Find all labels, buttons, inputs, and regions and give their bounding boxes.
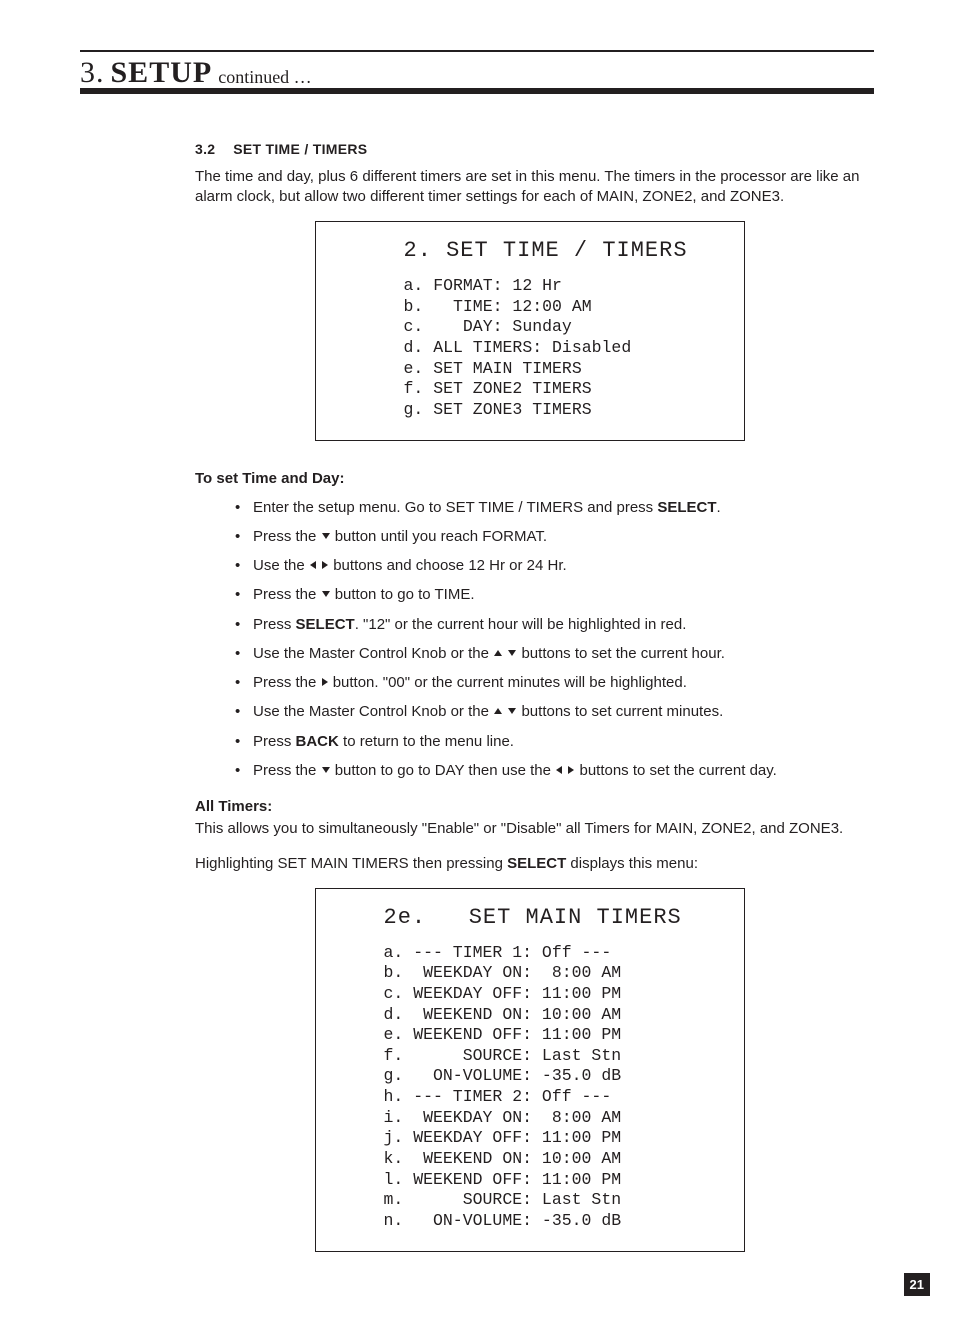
up-arrow-icon xyxy=(494,708,502,714)
step-text: Press the xyxy=(253,586,321,603)
right-arrow-icon xyxy=(568,766,574,774)
menu2-line: g. ON-VOLUME: -35.0 dB xyxy=(384,1066,726,1087)
subheading-set-time-day: To set Time and Day: xyxy=(195,469,864,489)
down-arrow-icon xyxy=(508,650,516,656)
menu1-line: f. SET ZONE2 TIMERS xyxy=(404,379,726,400)
section-title: SET TIME / TIMERS xyxy=(233,141,367,157)
menu2-line: m. SOURCE: Last Stn xyxy=(384,1190,726,1211)
menu1-line: g. SET ZONE3 TIMERS xyxy=(404,400,726,421)
step-item: Enter the setup menu. Go to SET TIME / T… xyxy=(235,498,864,518)
step-text: Press the xyxy=(253,528,321,545)
page: 3. SETUP continued … 3.2 SET TIME / TIME… xyxy=(0,0,954,1320)
menu-set-main-timers: 2e. SET MAIN TIMERS a. --- TIMER 1: Off … xyxy=(315,888,745,1252)
step-item: Press the button to go to TIME. xyxy=(235,585,864,605)
step-text: Press the xyxy=(253,674,321,691)
step-text: button to go to TIME. xyxy=(331,586,475,603)
menu2-line: n. ON-VOLUME: -35.0 dB xyxy=(384,1211,726,1232)
menu1-title: 2. SET TIME / TIMERS xyxy=(404,236,726,266)
chapter-number: 3. xyxy=(80,58,105,88)
menu1-line: c. DAY: Sunday xyxy=(404,317,726,338)
menu2-line: d. WEEKEND ON: 10:00 AM xyxy=(384,1005,726,1026)
step-item: Use the Master Control Knob or the butto… xyxy=(235,644,864,664)
content-column: 3.2 SET TIME / TIMERS The time and day, … xyxy=(195,140,864,1252)
step-text: buttons and choose 12 Hr or 24 Hr. xyxy=(329,557,567,574)
all-timers-text: This allows you to simultaneously "Enabl… xyxy=(195,819,864,839)
page-number: 21 xyxy=(904,1273,930,1297)
step-text: Use the Master Control Knob or the xyxy=(253,645,493,662)
menu2-line: c. WEEKDAY OFF: 11:00 PM xyxy=(384,984,726,1005)
step-text: to return to the menu line. xyxy=(339,733,514,750)
menu2-line: i. WEEKDAY ON: 8:00 AM xyxy=(384,1108,726,1129)
section-heading: 3.2 SET TIME / TIMERS xyxy=(195,140,864,159)
step-item: Press SELECT. "12" or the current hour w… xyxy=(235,615,864,635)
highlighting-pre: Highlighting SET MAIN TIMERS then pressi… xyxy=(195,855,507,872)
left-arrow-icon xyxy=(556,766,562,774)
menu1-line: b. TIME: 12:00 AM xyxy=(404,297,726,318)
step-text: Enter the setup menu. Go to SET TIME / T… xyxy=(253,499,657,516)
step-bold: SELECT xyxy=(296,616,355,633)
step-item: Press BACK to return to the menu line. xyxy=(235,732,864,752)
down-arrow-icon xyxy=(508,708,516,714)
step-text: button. "00" or the current minutes will… xyxy=(329,674,687,691)
left-arrow-icon xyxy=(310,561,316,569)
step-text: buttons to set the current hour. xyxy=(517,645,725,662)
step-text: button until you reach FORMAT. xyxy=(331,528,547,545)
section-intro: The time and day, plus 6 different timer… xyxy=(195,167,864,208)
step-item: Use the buttons and choose 12 Hr or 24 H… xyxy=(235,556,864,576)
step-bold: BACK xyxy=(296,733,339,750)
menu2-line: a. --- TIMER 1: Off --- xyxy=(384,943,726,964)
menu-set-time-timers: 2. SET TIME / TIMERS a. FORMAT: 12 Hr b.… xyxy=(315,221,745,441)
step-item: Press the button until you reach FORMAT. xyxy=(235,527,864,547)
step-text: Press xyxy=(253,616,296,633)
menu1-line: a. FORMAT: 12 Hr xyxy=(404,276,726,297)
chapter-continued: continued … xyxy=(218,68,311,86)
menu2-line: f. SOURCE: Last Stn xyxy=(384,1046,726,1067)
step-bold: SELECT xyxy=(657,499,716,516)
step-text: Press the xyxy=(253,762,321,779)
down-arrow-icon xyxy=(322,767,330,773)
menu2-line: l. WEEKEND OFF: 11:00 PM xyxy=(384,1170,726,1191)
step-text: button to go to DAY then use the xyxy=(331,762,556,779)
menu2-line: h. --- TIMER 2: Off --- xyxy=(384,1087,726,1108)
right-arrow-icon xyxy=(322,678,328,686)
menu2-title: 2e. SET MAIN TIMERS xyxy=(384,903,726,933)
step-item: Press the button to go to DAY then use t… xyxy=(235,761,864,781)
chapter-word: SETUP xyxy=(111,58,213,88)
step-text: Use the xyxy=(253,557,309,574)
step-text: Use the Master Control Knob or the xyxy=(253,703,493,720)
down-arrow-icon xyxy=(322,591,330,597)
chapter-header: 3. SETUP continued … xyxy=(80,50,874,94)
step-text: buttons to set the current day. xyxy=(575,762,777,779)
step-item: Use the Master Control Knob or the butto… xyxy=(235,702,864,722)
down-arrow-icon xyxy=(322,533,330,539)
step-text: . xyxy=(717,499,721,516)
section-number: 3.2 xyxy=(195,140,229,159)
step-text: . "12" or the current hour will be highl… xyxy=(355,616,687,633)
highlighting-text: Highlighting SET MAIN TIMERS then pressi… xyxy=(195,854,864,874)
up-arrow-icon xyxy=(494,650,502,656)
menu1-line: e. SET MAIN TIMERS xyxy=(404,359,726,380)
menu1-line: d. ALL TIMERS: Disabled xyxy=(404,338,726,359)
step-text: Press xyxy=(253,733,296,750)
subheading-all-timers: All Timers: xyxy=(195,797,864,817)
right-arrow-icon xyxy=(322,561,328,569)
steps-list: Enter the setup menu. Go to SET TIME / T… xyxy=(235,498,864,782)
highlighting-post: displays this menu: xyxy=(566,855,698,872)
menu2-line: b. WEEKDAY ON: 8:00 AM xyxy=(384,963,726,984)
menu2-line: k. WEEKEND ON: 10:00 AM xyxy=(384,1149,726,1170)
menu2-line: e. WEEKEND OFF: 11:00 PM xyxy=(384,1025,726,1046)
step-item: Press the button. "00" or the current mi… xyxy=(235,673,864,693)
highlighting-bold: SELECT xyxy=(507,855,566,872)
menu2-line: j. WEEKDAY OFF: 11:00 PM xyxy=(384,1128,726,1149)
step-text: buttons to set current minutes. xyxy=(517,703,723,720)
